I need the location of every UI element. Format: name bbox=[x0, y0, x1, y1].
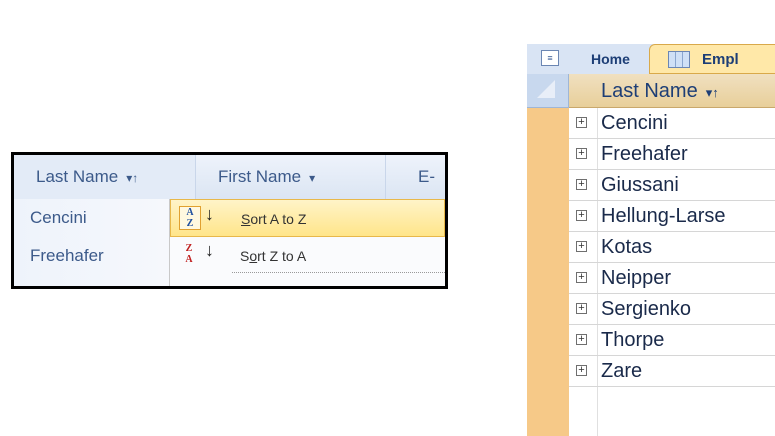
expand-icon[interactable]: + bbox=[576, 334, 587, 345]
column-header-label: First Name bbox=[218, 167, 302, 186]
menu-separator bbox=[232, 272, 445, 273]
table-icon bbox=[668, 51, 690, 68]
last-name-cell[interactable]: Thorpe bbox=[601, 325, 664, 356]
sort-ascending-icon[interactable]: ▾↑ bbox=[706, 85, 719, 100]
sort-az-icon: A Z ↓ bbox=[179, 205, 214, 230]
table-row[interactable]: + Kotas bbox=[569, 232, 775, 263]
last-name-column: Cencini Freehafer Giussani bbox=[14, 199, 170, 286]
expand-icon[interactable]: + bbox=[576, 365, 587, 376]
table-cell[interactable]: Giussani bbox=[14, 275, 169, 286]
table-row[interactable]: + Cencini bbox=[569, 108, 775, 139]
expand-icon[interactable]: + bbox=[576, 179, 587, 190]
expand-icon[interactable]: + bbox=[576, 148, 587, 159]
table-cell[interactable]: Cencini bbox=[14, 199, 169, 237]
document-tabs: ≡ Home Empl bbox=[527, 44, 775, 74]
expand-icon[interactable]: + bbox=[576, 303, 587, 314]
form-icon: ≡ bbox=[541, 50, 559, 66]
table-row[interactable]: + Giussani bbox=[569, 170, 775, 201]
tab-home[interactable]: Home bbox=[563, 44, 646, 74]
menu-item-label: Sort A to Z bbox=[241, 211, 307, 227]
table-row[interactable]: + Sergienko bbox=[569, 294, 775, 325]
last-name-cell[interactable]: Hellung-Larse bbox=[601, 201, 726, 232]
column-header-label: E- bbox=[418, 167, 435, 186]
last-name-cell[interactable]: Zare bbox=[601, 356, 642, 387]
tab-label: Empl bbox=[702, 51, 739, 68]
expand-icon[interactable]: + bbox=[576, 272, 587, 283]
last-name-cell[interactable]: Giussani bbox=[601, 170, 679, 201]
expand-icon[interactable]: + bbox=[576, 210, 587, 221]
datasheet-panel: ≡ Home Empl Last Name ▾↑ + Cencini + Freeha… bbox=[527, 0, 775, 436]
column-header-row: Last Name ▾↑ First Name ▾ E- bbox=[14, 155, 445, 200]
table-row[interactable]: + Neipper bbox=[569, 263, 775, 294]
column-header-first-name[interactable]: First Name ▾ bbox=[196, 155, 386, 199]
expand-icon[interactable]: + bbox=[576, 117, 587, 128]
column-header-email[interactable]: E- bbox=[386, 155, 445, 199]
tab-label: Home bbox=[591, 51, 630, 67]
last-name-cell[interactable]: Kotas bbox=[601, 232, 652, 263]
table-row[interactable]: + Zare bbox=[569, 356, 775, 387]
column-header-label: Last Name bbox=[601, 80, 698, 102]
last-name-cell[interactable]: Freehafer bbox=[601, 139, 688, 170]
table-row[interactable]: + Freehafer bbox=[569, 139, 775, 170]
table-row[interactable]: + Hellung-Larse bbox=[569, 201, 775, 232]
menu-item-sort-a-to-z[interactable]: A Z ↓ Sort A to Z bbox=[170, 199, 445, 237]
sort-dropdown-icon[interactable]: ▾↑ bbox=[126, 156, 138, 200]
last-name-cell[interactable]: Sergienko bbox=[601, 294, 691, 325]
table-row[interactable]: + Thorpe bbox=[569, 325, 775, 356]
sort-menu-panel: Last Name ▾↑ First Name ▾ E- Cencini Freeh… bbox=[11, 152, 448, 289]
column-header-last-name[interactable]: Last Name ▾↑ bbox=[569, 74, 775, 108]
sort-za-icon: Z A ↓ bbox=[185, 240, 214, 265]
column-header-last-name[interactable]: Last Name ▾↑ bbox=[14, 155, 196, 199]
select-all-button[interactable] bbox=[527, 74, 569, 108]
last-name-cell[interactable]: Cencini bbox=[601, 108, 668, 139]
sort-dropdown-menu: A Z ↓ Sort A to Z Z A ↓ Sort Z to A bbox=[169, 199, 445, 286]
tab-employees[interactable]: Empl bbox=[649, 44, 775, 74]
menu-item-label: Sort Z to A bbox=[240, 248, 307, 264]
record-selector-column[interactable] bbox=[527, 74, 569, 436]
expand-icon[interactable]: + bbox=[576, 241, 587, 252]
dropdown-arrow-icon[interactable]: ▾ bbox=[309, 156, 315, 200]
menu-item-sort-z-to-a[interactable]: Z A ↓ Sort Z to A bbox=[170, 237, 445, 275]
datasheet-grid: Last Name ▾↑ + Cencini + Freehafer + Giussan… bbox=[527, 74, 775, 436]
column-header-label: Last Name bbox=[36, 167, 119, 186]
last-name-cell[interactable]: Neipper bbox=[601, 263, 671, 294]
table-cell[interactable]: Freehafer bbox=[14, 237, 169, 275]
